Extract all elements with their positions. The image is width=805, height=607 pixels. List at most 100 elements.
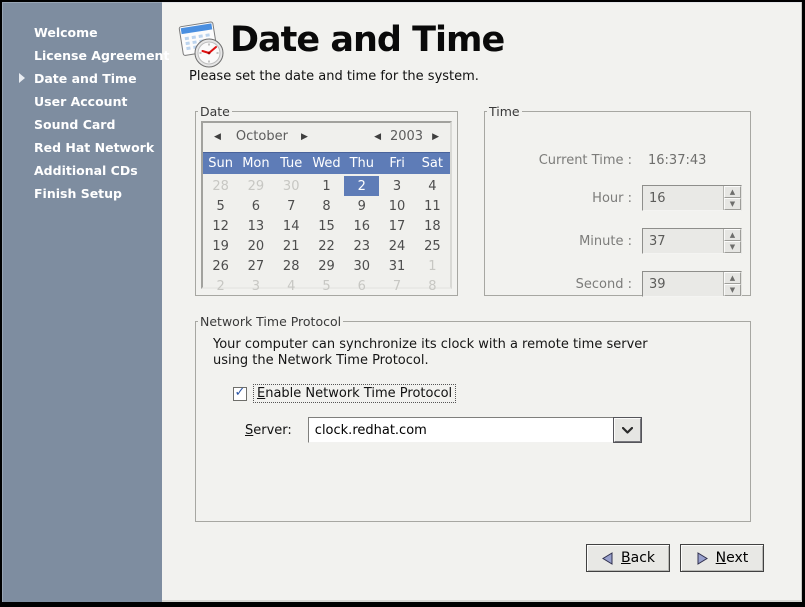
minute-spinner[interactable]: ▲ ▼ (642, 228, 742, 254)
hour-label: Hour : (485, 191, 632, 206)
calendar-day[interactable]: 6 (344, 276, 379, 296)
second-input[interactable] (643, 272, 723, 296)
calendar-day[interactable]: 25 (415, 236, 450, 256)
calendar-day[interactable]: 7 (274, 196, 309, 216)
time-fieldset: Time Current Time : 16:37:43 Hour : ▲ ▼ … (484, 104, 751, 296)
calendar-day[interactable]: 20 (238, 236, 273, 256)
date-legend: Date (198, 104, 232, 119)
server-label: Server: (245, 423, 292, 438)
calendar-day[interactable]: 31 (379, 256, 414, 276)
calendar-day[interactable]: 21 (274, 236, 309, 256)
minute-up-icon[interactable]: ▲ (724, 229, 741, 241)
calendar-day[interactable]: 5 (309, 276, 344, 296)
second-label: Second : (485, 277, 632, 292)
calendar-day[interactable]: 9 (344, 196, 379, 216)
calendar-day-headers: SunMonTueWedThuFriSat (203, 152, 450, 174)
calendar-day[interactable]: 2 (203, 276, 238, 296)
calendar-day[interactable]: 15 (309, 216, 344, 236)
calendar-day[interactable]: 29 (238, 176, 273, 196)
calendar-day[interactable]: 5 (203, 196, 238, 216)
calendar-day[interactable]: 16 (344, 216, 379, 236)
day-header: Mon (238, 153, 273, 174)
hour-input[interactable] (643, 186, 723, 210)
calendar-day[interactable]: 30 (344, 256, 379, 276)
ntp-enable-label[interactable]: Enable Network Time Protocol (254, 385, 455, 402)
calendar-day[interactable]: 28 (274, 256, 309, 276)
calendar-day[interactable]: 11 (415, 196, 450, 216)
time-legend: Time (487, 104, 522, 119)
calendar-day[interactable]: 1 (415, 256, 450, 276)
calendar-day[interactable]: 3 (379, 176, 414, 196)
second-spinner[interactable]: ▲ ▼ (642, 271, 742, 297)
page-title: Date and Time (230, 20, 504, 60)
calendar-day-selected[interactable]: 2 (344, 176, 379, 196)
next-button[interactable]: Next (680, 544, 764, 572)
calendar-day[interactable]: 14 (274, 216, 309, 236)
server-input[interactable] (309, 418, 614, 442)
day-header: Sun (203, 153, 238, 174)
calendar-day[interactable]: 30 (274, 176, 309, 196)
calendar-day[interactable]: 22 (309, 236, 344, 256)
calendar-day[interactable]: 28 (203, 176, 238, 196)
calendar-day[interactable]: 8 (309, 196, 344, 216)
calendar-year-label: 2003 (390, 129, 423, 144)
server-dropdown-button[interactable] (614, 418, 641, 442)
next-button-label: Next (716, 550, 749, 566)
minute-label: Minute : (485, 234, 632, 249)
calendar: ◀ October ▶ ◀ 2003 ▶ SunMonTueWedThuFriS… (201, 121, 452, 289)
calendar-day[interactable]: 29 (309, 256, 344, 276)
sidebar-step-label: Finish Setup (34, 186, 122, 201)
sidebar-step-label: License Agreement (34, 48, 169, 63)
ntp-description: Your computer can synchronize its clock … (213, 337, 648, 369)
sidebar-step-finish-setup: Finish Setup (2, 182, 162, 205)
day-header: Tue (274, 153, 309, 174)
next-year-arrow-icon[interactable]: ▶ (429, 132, 442, 142)
current-time-value: 16:37:43 (648, 153, 706, 168)
calendar-day[interactable]: 8 (415, 276, 450, 296)
wizard-steps-sidebar: WelcomeLicense AgreementDate and TimeUse… (2, 2, 162, 602)
day-header: Thu (344, 153, 379, 174)
calendar-day[interactable]: 17 (379, 216, 414, 236)
back-button[interactable]: Back (586, 544, 670, 572)
minute-input[interactable] (643, 229, 723, 253)
calendar-grid: 2829301234567891011121314151617181920212… (203, 176, 450, 296)
calendar-day[interactable]: 13 (238, 216, 273, 236)
calendar-day[interactable]: 4 (274, 276, 309, 296)
prev-year-arrow-icon[interactable]: ◀ (371, 132, 384, 142)
calendar-day[interactable]: 7 (379, 276, 414, 296)
sidebar-step-label: Red Hat Network (34, 140, 154, 155)
calendar-day[interactable]: 19 (203, 236, 238, 256)
hour-down-icon[interactable]: ▼ (724, 198, 741, 210)
calendar-day[interactable]: 1 (309, 176, 344, 196)
second-down-icon[interactable]: ▼ (724, 284, 741, 296)
second-up-icon[interactable]: ▲ (724, 272, 741, 284)
calendar-day[interactable]: 12 (203, 216, 238, 236)
sidebar-step-welcome: Welcome (2, 21, 162, 44)
calendar-month-bar: ◀ October ▶ ◀ 2003 ▶ (203, 123, 450, 150)
day-header: Sat (415, 153, 450, 174)
calendar-month-label: October (236, 129, 288, 144)
ntp-legend: Network Time Protocol (198, 314, 343, 329)
sidebar-step-sound-card: Sound Card (2, 113, 162, 136)
calendar-day[interactable]: 26 (203, 256, 238, 276)
calendar-day[interactable]: 4 (415, 176, 450, 196)
hour-up-icon[interactable]: ▲ (724, 186, 741, 198)
hour-spinner[interactable]: ▲ ▼ (642, 185, 742, 211)
next-month-arrow-icon[interactable]: ▶ (298, 132, 311, 142)
calendar-day[interactable]: 27 (238, 256, 273, 276)
current-time-label: Current Time : (485, 153, 632, 168)
calendar-day[interactable]: 24 (379, 236, 414, 256)
sidebar-step-date-and-time: Date and Time (2, 67, 162, 90)
minute-down-icon[interactable]: ▼ (724, 241, 741, 253)
calendar-day[interactable]: 10 (379, 196, 414, 216)
sidebar-step-label: Sound Card (34, 117, 115, 132)
calendar-day[interactable]: 3 (238, 276, 273, 296)
ntp-enable-checkbox[interactable]: ✓ (233, 387, 247, 401)
prev-month-arrow-icon[interactable]: ◀ (211, 132, 224, 142)
day-header: Wed (309, 153, 344, 174)
sidebar-step-license-agreement: License Agreement (2, 44, 162, 67)
calendar-day[interactable]: 6 (238, 196, 273, 216)
calendar-day[interactable]: 18 (415, 216, 450, 236)
calendar-day[interactable]: 23 (344, 236, 379, 256)
server-combobox[interactable] (308, 417, 642, 443)
